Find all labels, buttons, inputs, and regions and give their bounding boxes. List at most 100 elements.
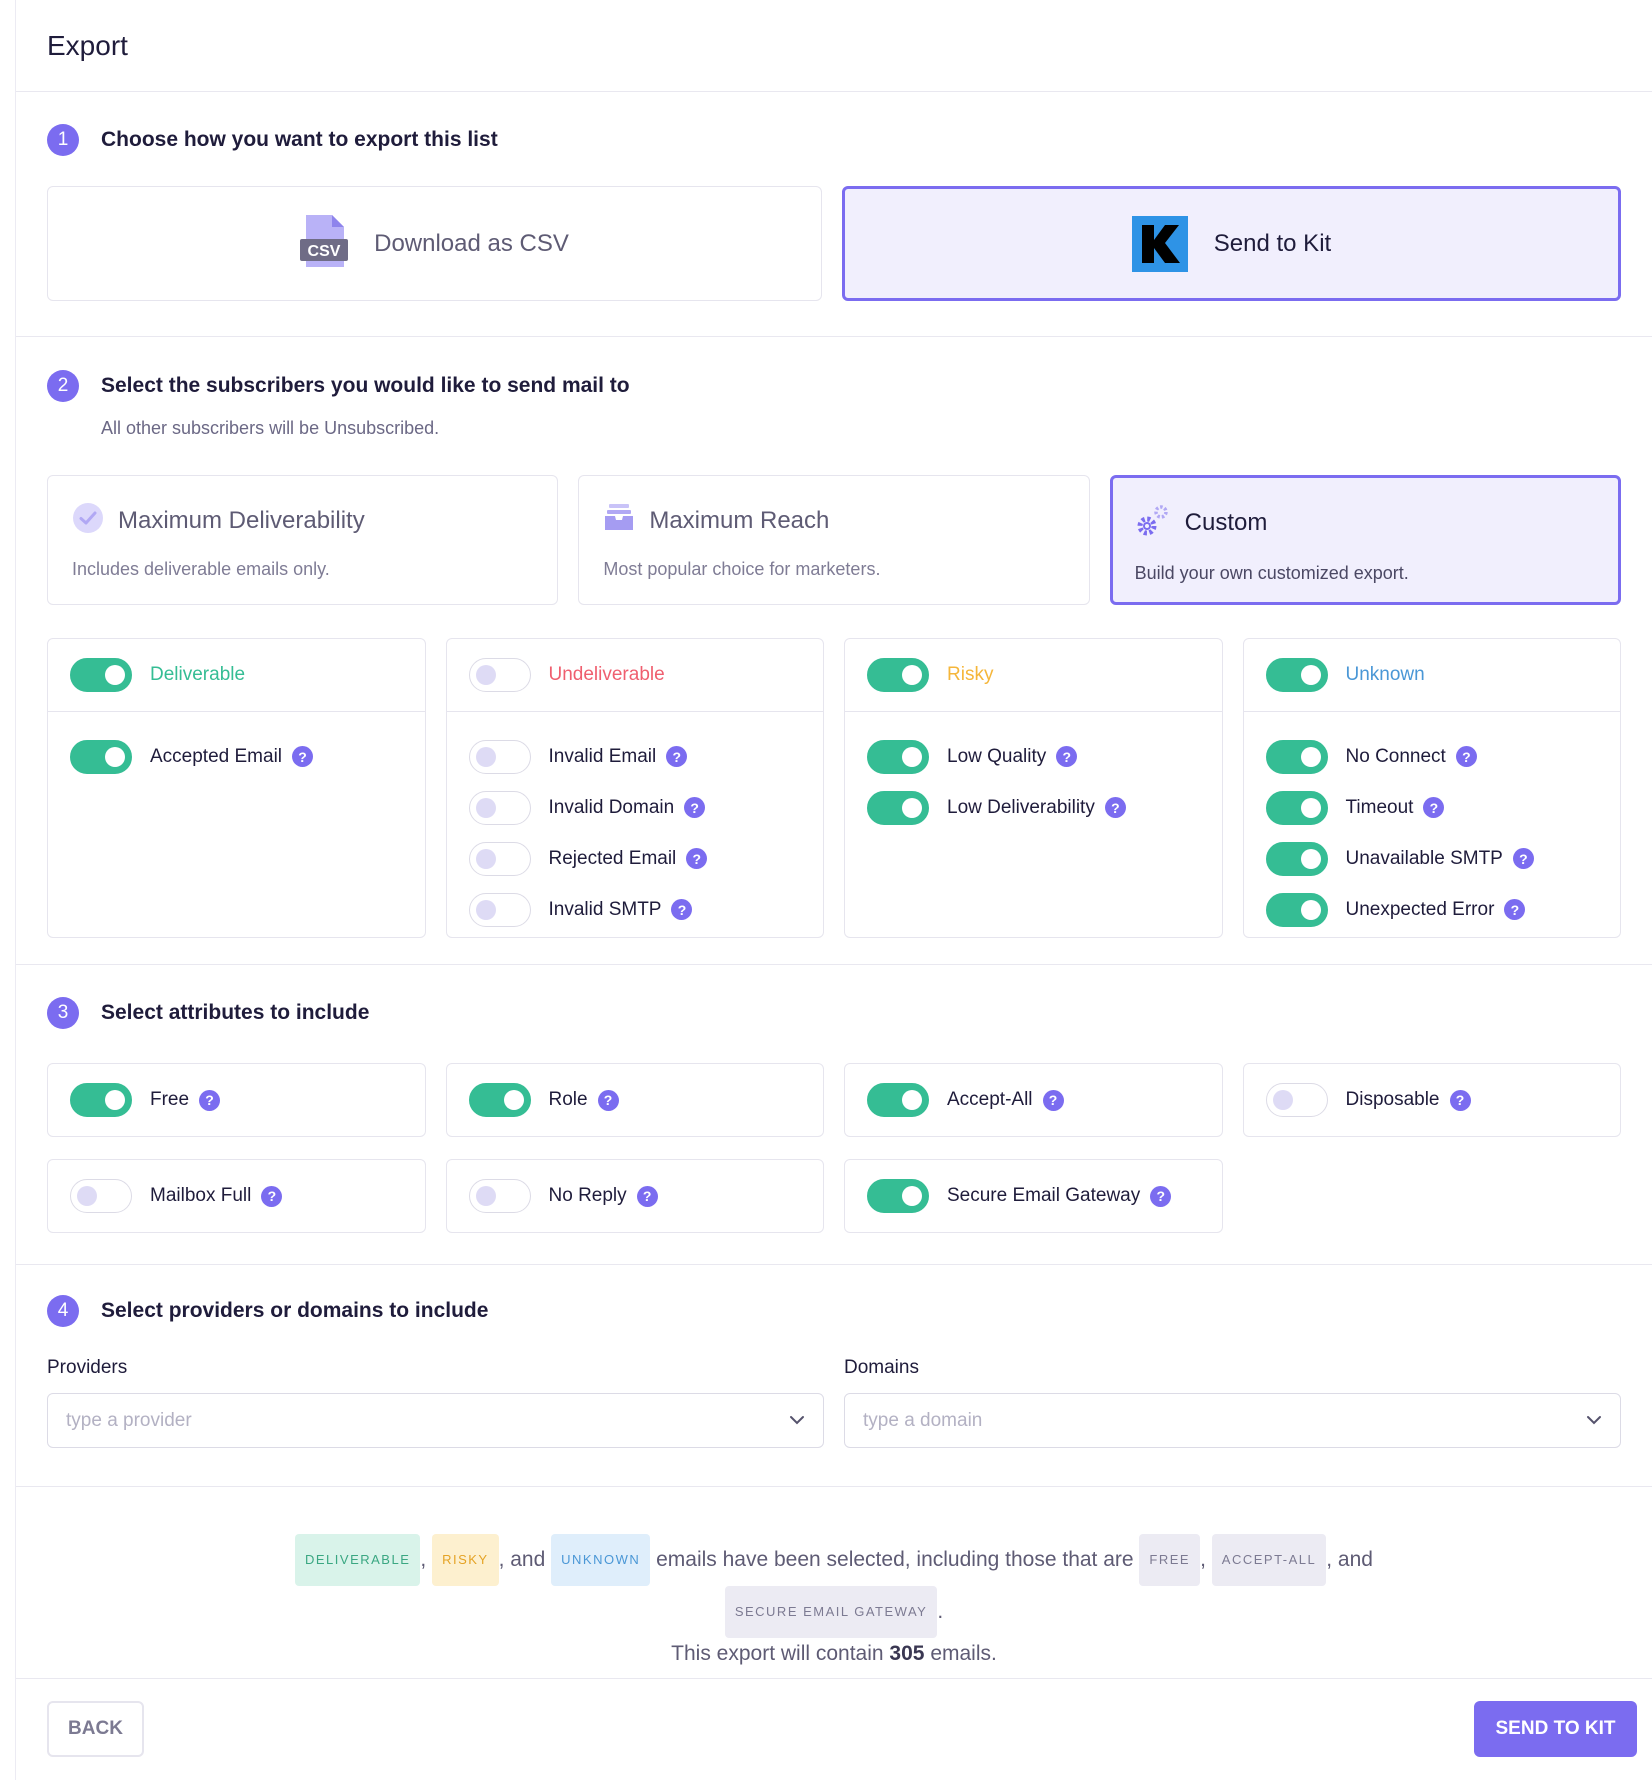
download-csv-option[interactable]: CSV Download as CSV <box>47 186 822 301</box>
back-button[interactable]: BACK <box>47 1701 144 1757</box>
unavailable-smtp-toggle[interactable] <box>1265 841 1328 876</box>
help-icon[interactable]: ? <box>1449 1089 1471 1111</box>
attribute-no-reply: No Reply ? <box>445 1159 824 1233</box>
option-invalid-domain: Invalid Domain ? <box>468 782 802 833</box>
help-icon[interactable]: ? <box>1042 1089 1064 1111</box>
email-count: 305 <box>889 1642 925 1665</box>
timeout-toggle[interactable] <box>1265 790 1328 825</box>
help-icon[interactable]: ? <box>1150 1185 1172 1207</box>
help-icon[interactable]: ? <box>1423 797 1445 818</box>
preset-title: Maximum Deliverability <box>118 506 365 534</box>
attribute-mailbox-full: Mailbox Full ? <box>47 1159 426 1233</box>
step4-title: Select providers or domains to include <box>101 1299 489 1322</box>
help-icon[interactable]: ? <box>684 797 706 818</box>
unexpected-error-toggle[interactable] <box>1265 892 1328 927</box>
deliverable-toggle[interactable] <box>70 658 132 692</box>
step1-number: 1 <box>47 124 79 156</box>
category-title: Undeliverable <box>548 664 665 685</box>
help-icon[interactable]: ? <box>686 848 708 869</box>
category-title: Deliverable <box>150 664 246 685</box>
undeliverable-toggle[interactable] <box>468 658 531 692</box>
help-icon[interactable]: ? <box>292 746 314 767</box>
category-grid: Deliverable Accepted Email ? Undeliverab… <box>47 638 1621 938</box>
send-to-kit-button[interactable]: SEND TO KIT <box>1474 1701 1637 1757</box>
help-icon[interactable]: ? <box>1512 848 1534 869</box>
option-unavailable-smtp: Unavailable SMTP ? <box>1265 833 1599 884</box>
option-label: Rejected Email <box>548 847 677 869</box>
help-icon[interactable]: ? <box>1455 746 1477 767</box>
attribute-label: Accept-All <box>947 1089 1033 1110</box>
no-connect-toggle[interactable] <box>1265 739 1328 774</box>
accepted-email-toggle[interactable] <box>70 739 132 774</box>
preset-desc: Most popular choice for marketers. <box>603 559 881 579</box>
invalid-email-toggle[interactable] <box>468 739 531 774</box>
invalid-smtp-toggle[interactable] <box>468 892 531 927</box>
summary-mid-text: emails have been selected, including tho… <box>656 1548 1134 1571</box>
domains-input[interactable] <box>863 1409 1529 1432</box>
domains-select[interactable] <box>844 1393 1621 1448</box>
category-unknown: Unknown No Connect ? Timeout ? Unavailab… <box>1242 638 1621 938</box>
step3-number: 3 <box>47 997 79 1029</box>
low-quality-toggle[interactable] <box>867 739 929 774</box>
help-icon[interactable]: ? <box>636 1185 658 1207</box>
help-icon[interactable]: ? <box>671 899 693 920</box>
help-icon[interactable]: ? <box>666 746 688 767</box>
step2-header: 2 Select the subscribers you would like … <box>47 370 1621 402</box>
help-icon[interactable]: ? <box>1104 797 1126 818</box>
gears-icon <box>1135 502 1171 543</box>
attribute-label: No Reply <box>548 1185 627 1206</box>
help-icon[interactable]: ? <box>1504 899 1526 920</box>
step2-number: 2 <box>47 370 79 402</box>
providers-field-group: Providers <box>47 1357 824 1448</box>
mailbox-full-toggle[interactable] <box>70 1179 132 1213</box>
step1-section: 1 Choose how you want to export this lis… <box>16 92 1652 337</box>
rejected-email-toggle[interactable] <box>468 841 531 876</box>
providers-input[interactable] <box>66 1409 732 1432</box>
disposable-toggle[interactable] <box>1265 1083 1328 1117</box>
category-title: Unknown <box>1345 664 1425 685</box>
option-label: Low Deliverability <box>947 796 1095 818</box>
category-deliverable: Deliverable Accepted Email ? <box>47 638 426 938</box>
step2-subtitle: All other subscribers will be Unsubscrib… <box>101 418 440 438</box>
csv-icon-text: CSV <box>308 243 341 260</box>
providers-select[interactable] <box>47 1393 824 1448</box>
secure-email-gateway-toggle[interactable] <box>867 1179 929 1213</box>
badge-deliverable: DELIVERABLE <box>295 1534 421 1586</box>
domains-field-group: Domains <box>844 1357 1621 1448</box>
accept-all-toggle[interactable] <box>867 1083 929 1117</box>
option-timeout: Timeout ? <box>1265 782 1599 833</box>
preset-title: Maximum Reach <box>649 506 830 534</box>
help-icon[interactable]: ? <box>1056 746 1078 767</box>
attribute-label: Role <box>548 1089 588 1110</box>
help-icon[interactable]: ? <box>261 1185 283 1207</box>
no-reply-toggle[interactable] <box>468 1179 531 1213</box>
unknown-toggle[interactable] <box>1265 658 1328 692</box>
option-label: Invalid Email <box>548 745 657 767</box>
preset-title: Custom <box>1184 508 1268 536</box>
preset-custom[interactable]: Custom Build your own customized export. <box>1109 475 1621 605</box>
send-to-kit-option[interactable]: Send to Kit <box>842 186 1621 301</box>
step1-title: Choose how you want to export this list <box>101 128 498 151</box>
step1-header: 1 Choose how you want to export this lis… <box>47 124 1621 156</box>
option-label: Low Quality <box>947 745 1047 767</box>
help-icon[interactable]: ? <box>597 1089 619 1111</box>
export-count: This export will contain 305 emails. <box>671 1642 997 1665</box>
chevron-down-icon[interactable] <box>1586 1412 1602 1430</box>
risky-toggle[interactable] <box>867 658 929 692</box>
chevron-down-icon[interactable] <box>789 1412 805 1430</box>
invalid-domain-toggle[interactable] <box>468 790 531 825</box>
role-toggle[interactable] <box>468 1083 531 1117</box>
step4-number: 4 <box>47 1295 79 1327</box>
preset-maximum-deliverability[interactable]: Maximum Deliverability Includes delivera… <box>47 475 559 605</box>
free-toggle[interactable] <box>70 1083 132 1117</box>
low-deliverability-toggle[interactable] <box>867 790 929 825</box>
help-icon[interactable]: ? <box>199 1089 221 1111</box>
inbox-tray-icon <box>603 502 635 539</box>
option-label: Invalid Domain <box>548 796 675 818</box>
badge-secure-email-gateway: SECURE EMAIL GATEWAY <box>724 1586 938 1638</box>
preset-maximum-reach[interactable]: Maximum Reach Most popular choice for ma… <box>578 475 1090 605</box>
step4-header: 4 Select providers or domains to include <box>47 1295 1621 1327</box>
category-undeliverable: Undeliverable Invalid Email ? Invalid Do… <box>445 638 824 938</box>
option-label: Unexpected Error <box>1345 898 1495 920</box>
page-header: Export <box>16 0 1652 92</box>
